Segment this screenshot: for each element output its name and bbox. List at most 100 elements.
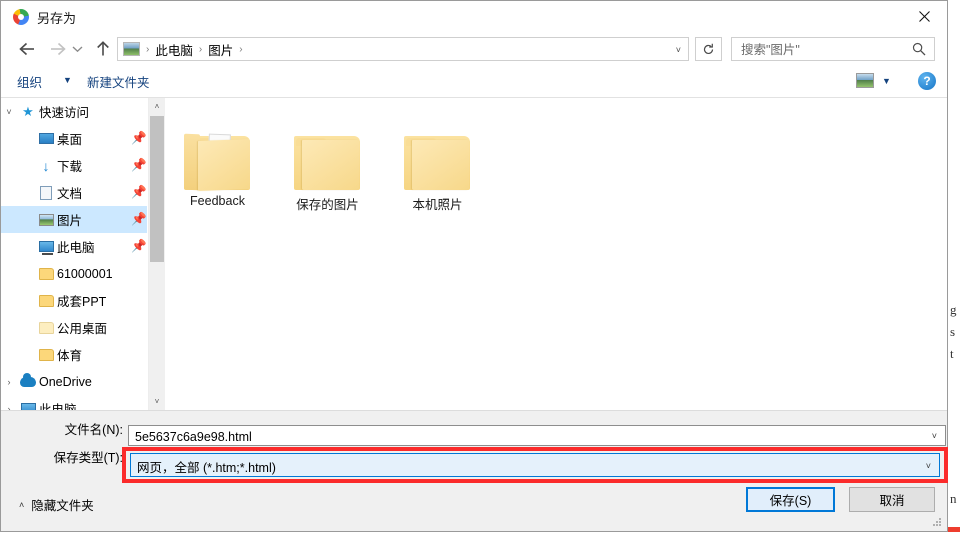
sidebar-item-label: 桌面	[57, 133, 83, 147]
sidebar-item-0[interactable]: ˅ ★ 快速访问	[1, 98, 147, 125]
search-input[interactable]	[739, 38, 903, 62]
sidebar-item-label: 图片	[57, 214, 83, 228]
forward-button[interactable]	[45, 37, 69, 61]
navigation-pane-scrollbar[interactable]: ˄ ˅	[148, 98, 165, 410]
help-button[interactable]: ?	[918, 72, 936, 90]
tree-expander-icon[interactable]: ›	[1, 404, 17, 411]
chevron-down-icon	[72, 46, 82, 53]
sidebar-item-3[interactable]: 文档 📌	[1, 179, 147, 206]
folder-icon	[182, 128, 254, 191]
folder-icon	[38, 348, 54, 361]
filetype-label: 保存类型(T):	[53, 451, 123, 465]
onedrive-cloud-icon	[20, 372, 36, 387]
save-button[interactable]: 保存(S)	[746, 487, 835, 512]
sidebar-item-label: 公用桌面	[57, 322, 108, 336]
scroll-down-icon[interactable]: ˅	[149, 393, 165, 410]
sidebar-item-label: 此电脑	[39, 403, 77, 410]
pictures-icon	[123, 42, 140, 56]
sidebar-item-6[interactable]: 61000001	[1, 260, 147, 287]
file-item[interactable]: 保存的图片	[275, 104, 380, 213]
background-text-fragment-2: s	[950, 324, 956, 339]
pin-icon[interactable]: 📌	[131, 212, 147, 227]
sidebar-item-label: 快速访问	[39, 106, 90, 120]
filename-dropdown-icon[interactable]: ˅	[932, 431, 937, 441]
sidebar-item-4[interactable]: 图片 📌	[1, 206, 147, 233]
file-name-label: 保存的图片	[296, 198, 359, 212]
cancel-button[interactable]: 取消	[849, 487, 935, 512]
tree-expander-icon[interactable]: ›	[1, 377, 17, 387]
pin-icon[interactable]: 📌	[131, 131, 147, 146]
tree-expander-icon[interactable]: ˅	[1, 107, 17, 117]
organize-caret-icon[interactable]: ▼	[63, 75, 72, 85]
background-text-fragment-3: t	[950, 346, 954, 361]
sidebar-item-1[interactable]: 桌面 📌	[1, 125, 147, 152]
pin-icon[interactable]: 📌	[131, 185, 147, 200]
back-button[interactable]	[15, 37, 39, 61]
hide-folders-label: 隐藏文件夹	[31, 499, 94, 513]
view-mode-icon[interactable]	[856, 73, 874, 88]
close-icon	[918, 10, 930, 22]
search-icon	[912, 42, 926, 61]
sidebar-item-7[interactable]: 成套PPT	[1, 287, 147, 314]
sidebar-item-label: 此电脑	[57, 241, 95, 255]
folder-icon	[292, 128, 364, 190]
sidebar-item-9[interactable]: 体育	[1, 341, 147, 368]
dialog-body: ˅ ★ 快速访问 桌面 📌 ↓ 下载 📌 文档 📌 图片 📌 此电脑 📌 61000001 成套PPT 公用桌面…	[1, 98, 947, 411]
title-bar: 另存为	[1, 1, 947, 33]
sidebar-item-label: 体育	[57, 349, 83, 363]
new-folder-button[interactable]: 新建文件夹	[87, 72, 150, 91]
background-text-fragment-1: g	[950, 302, 957, 317]
pin-icon[interactable]: 📌	[131, 158, 147, 173]
up-button[interactable]	[91, 37, 115, 61]
sidebar-item-label: OneDrive	[39, 374, 92, 389]
arrow-up-icon	[97, 41, 109, 56]
sidebar-item-label: 61000001	[57, 266, 113, 281]
file-name-label: 本机照片	[412, 198, 463, 212]
this-pc-icon	[20, 403, 36, 410]
view-mode-caret-icon[interactable]: ▼	[882, 76, 891, 86]
filetype-dropdown-icon[interactable]: ˅	[926, 461, 931, 471]
breadcrumb-this-pc[interactable]: 此电脑	[155, 40, 193, 59]
sidebar-item-8[interactable]: 公用桌面	[1, 314, 147, 341]
recent-locations-button[interactable]	[69, 37, 85, 61]
command-bar: 组织 ▼ 新建文件夹 ▼ ?	[1, 66, 947, 98]
filename-combobox[interactable]: ˅	[128, 425, 946, 447]
star-pin-icon: ★	[22, 103, 34, 119]
dialog-footer: ˄ 隐藏文件夹 保存(S) 取消	[1, 475, 947, 531]
organize-button[interactable]: 组织	[17, 72, 42, 91]
close-button[interactable]	[901, 1, 947, 31]
scroll-up-icon[interactable]: ˄	[149, 98, 165, 115]
folder-icon	[38, 294, 54, 307]
arrow-left-icon	[18, 42, 34, 56]
file-item[interactable]: Feedback	[165, 104, 270, 208]
chevron-up-icon: ˄	[19, 499, 25, 510]
arrow-right-icon	[50, 42, 66, 56]
file-list[interactable]: Feedback 保存的图片 本机照片	[165, 98, 947, 410]
file-item[interactable]: 本机照片	[385, 104, 490, 213]
sidebar-item-2[interactable]: ↓ 下载 📌	[1, 152, 147, 179]
filetype-value: 网页，全部 (*.htm;*.html)	[137, 461, 276, 475]
search-box[interactable]	[731, 37, 935, 62]
document-icon	[40, 185, 52, 200]
address-bar[interactable]: › 此电脑 › 图片 › ˅	[117, 37, 689, 61]
hide-folders-button[interactable]: ˄ 隐藏文件夹	[19, 495, 94, 514]
filetype-combobox[interactable]: 网页，全部 (*.htm;*.html) ˅	[130, 453, 940, 477]
sidebar-item-label: 成套PPT	[57, 295, 107, 309]
resize-grip[interactable]	[933, 518, 943, 528]
sidebar-item-label: 下载	[57, 160, 83, 174]
address-dropdown-icon[interactable]: ˅	[676, 45, 681, 55]
breadcrumb-separator-2[interactable]: ›	[239, 44, 242, 55]
breadcrumb-separator-1: ›	[198, 43, 203, 55]
breadcrumb-pictures[interactable]: 图片	[208, 40, 233, 59]
chrome-icon	[13, 9, 29, 25]
this-pc-icon	[38, 241, 54, 255]
download-icon: ↓	[42, 157, 50, 174]
sidebar-item-10[interactable]: › OneDrive	[1, 368, 147, 395]
pin-icon[interactable]: 📌	[131, 239, 147, 254]
scrollbar-thumb[interactable]	[150, 116, 164, 262]
filename-input[interactable]	[133, 426, 917, 447]
navigation-bar: › 此电脑 › 图片 › ˅	[1, 33, 947, 66]
refresh-button[interactable]	[695, 37, 722, 61]
sidebar-item-5[interactable]: 此电脑 📌	[1, 233, 147, 260]
sidebar-item-11[interactable]: › 此电脑	[1, 395, 147, 410]
